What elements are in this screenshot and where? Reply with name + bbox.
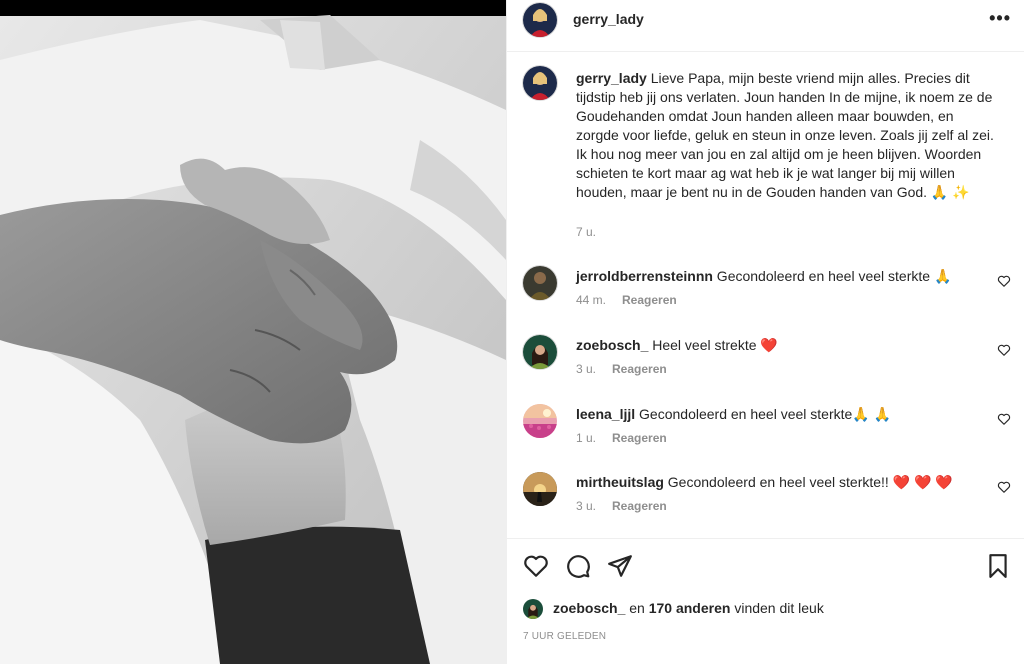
caption-avatar-image xyxy=(523,66,557,100)
bookmark-icon[interactable] xyxy=(985,553,1011,579)
comment-meta: 3 u. Reageren xyxy=(576,499,683,513)
comment-time[interactable]: 44 m. xyxy=(576,293,606,307)
post-timestamp[interactable]: 7 UUR GELEDEN xyxy=(523,631,606,642)
share-icon[interactable] xyxy=(607,553,633,579)
liker-username[interactable]: zoebosch_ xyxy=(553,600,625,616)
comment-time[interactable]: 1 u. xyxy=(576,431,596,445)
comment-like-heart-icon[interactable] xyxy=(997,343,1011,357)
comment-like-heart-icon[interactable] xyxy=(997,274,1011,288)
commenter-avatar[interactable] xyxy=(523,335,557,369)
comment-username[interactable]: zoebosch_ xyxy=(576,337,648,353)
likes-connector: en xyxy=(625,600,649,616)
commenter-avatar[interactable] xyxy=(523,266,557,300)
commenter-avatar[interactable] xyxy=(523,472,557,506)
reply-button[interactable]: Reageren xyxy=(612,362,667,376)
comment-text-line: leena_ljjl Gecondoleerd en heel veel ste… xyxy=(576,405,986,423)
comment-text-line: mirtheuitslag Gecondoleerd en heel veel … xyxy=(576,473,986,491)
heart-icon[interactable] xyxy=(523,553,549,579)
liker-avatar-image xyxy=(523,599,543,619)
hands-photo xyxy=(0,0,506,664)
comment-item: leena_ljjl Gecondoleerd en heel veel ste… xyxy=(523,404,1011,464)
instagram-post: gerry_lady ••• gerry_lady Lieve Papa, mi… xyxy=(0,0,1024,664)
comment-time[interactable]: 3 u. xyxy=(576,362,596,376)
comment-text: Gecondoleerd en heel veel sterkte 🙏 xyxy=(712,268,952,284)
post-actions: zoebosch_ en 170 anderen vinden dit leuk… xyxy=(507,538,1024,664)
author-avatar-image xyxy=(523,3,557,37)
reply-button[interactable]: Reageren xyxy=(612,499,667,513)
comment-like-heart-icon[interactable] xyxy=(997,412,1011,426)
commenter-avatar-image xyxy=(523,335,557,369)
caption-username[interactable]: gerry_lady xyxy=(576,70,647,86)
comment-text-line: jerroldberrensteinnn Gecondoleerd en hee… xyxy=(576,267,986,285)
comment-text: Gecondoleerd en heel veel sterkte🙏 🙏 xyxy=(635,406,892,422)
comment-meta: 1 u. Reageren xyxy=(576,431,683,445)
comment-username[interactable]: jerroldberrensteinnn xyxy=(576,268,713,284)
author-avatar[interactable] xyxy=(523,3,557,37)
caption-time[interactable]: 7 u. xyxy=(576,225,596,239)
likes-count[interactable]: 170 anderen xyxy=(649,600,731,616)
comment-username[interactable]: leena_ljjl xyxy=(576,406,635,422)
post-photo[interactable] xyxy=(0,0,506,664)
caption-text: Lieve Papa, mijn beste vriend mijn alles… xyxy=(576,70,994,200)
commenter-avatar-image xyxy=(523,472,557,506)
comment-meta: 44 m. Reageren xyxy=(576,293,693,307)
likes-text: zoebosch_ en 170 anderen vinden dit leuk xyxy=(553,600,824,616)
liker-avatar[interactable] xyxy=(523,599,543,619)
comment-item: zoebosch_ Heel veel strekte ❤️ 3 u. Reage… xyxy=(523,335,1011,395)
post-details-panel: gerry_lady ••• gerry_lady Lieve Papa, mi… xyxy=(506,0,1024,664)
more-options-icon[interactable]: ••• xyxy=(989,8,1011,29)
commenter-avatar[interactable] xyxy=(523,404,557,438)
caption-avatar[interactable] xyxy=(523,66,557,100)
comment-username[interactable]: mirtheuitslag xyxy=(576,474,664,490)
comment-icon[interactable] xyxy=(565,553,591,579)
author-username[interactable]: gerry_lady xyxy=(573,11,644,27)
comment-text: Heel veel strekte ❤️ xyxy=(648,337,778,353)
caption-text-block: gerry_lady Lieve Papa, mijn beste vriend… xyxy=(576,69,996,202)
commenter-avatar-image xyxy=(523,404,557,438)
likes-suffix: vinden dit leuk xyxy=(730,600,824,616)
comment-text-line: zoebosch_ Heel veel strekte ❤️ xyxy=(576,336,986,354)
comment-item: mirtheuitslag Gecondoleerd en heel veel … xyxy=(523,472,1011,532)
comment-like-heart-icon[interactable] xyxy=(997,480,1011,494)
comment-time[interactable]: 3 u. xyxy=(576,499,596,513)
comment-item: jerroldberrensteinnn Gecondoleerd en hee… xyxy=(523,266,1011,326)
comment-meta: 3 u. Reageren xyxy=(576,362,683,376)
reply-button[interactable]: Reageren xyxy=(622,293,677,307)
comment-text: Gecondoleerd en heel veel sterkte!! ❤️ ❤… xyxy=(663,474,953,490)
post-header: gerry_lady ••• xyxy=(507,0,1024,52)
reply-button[interactable]: Reageren xyxy=(612,431,667,445)
commenter-avatar-image xyxy=(523,266,557,300)
